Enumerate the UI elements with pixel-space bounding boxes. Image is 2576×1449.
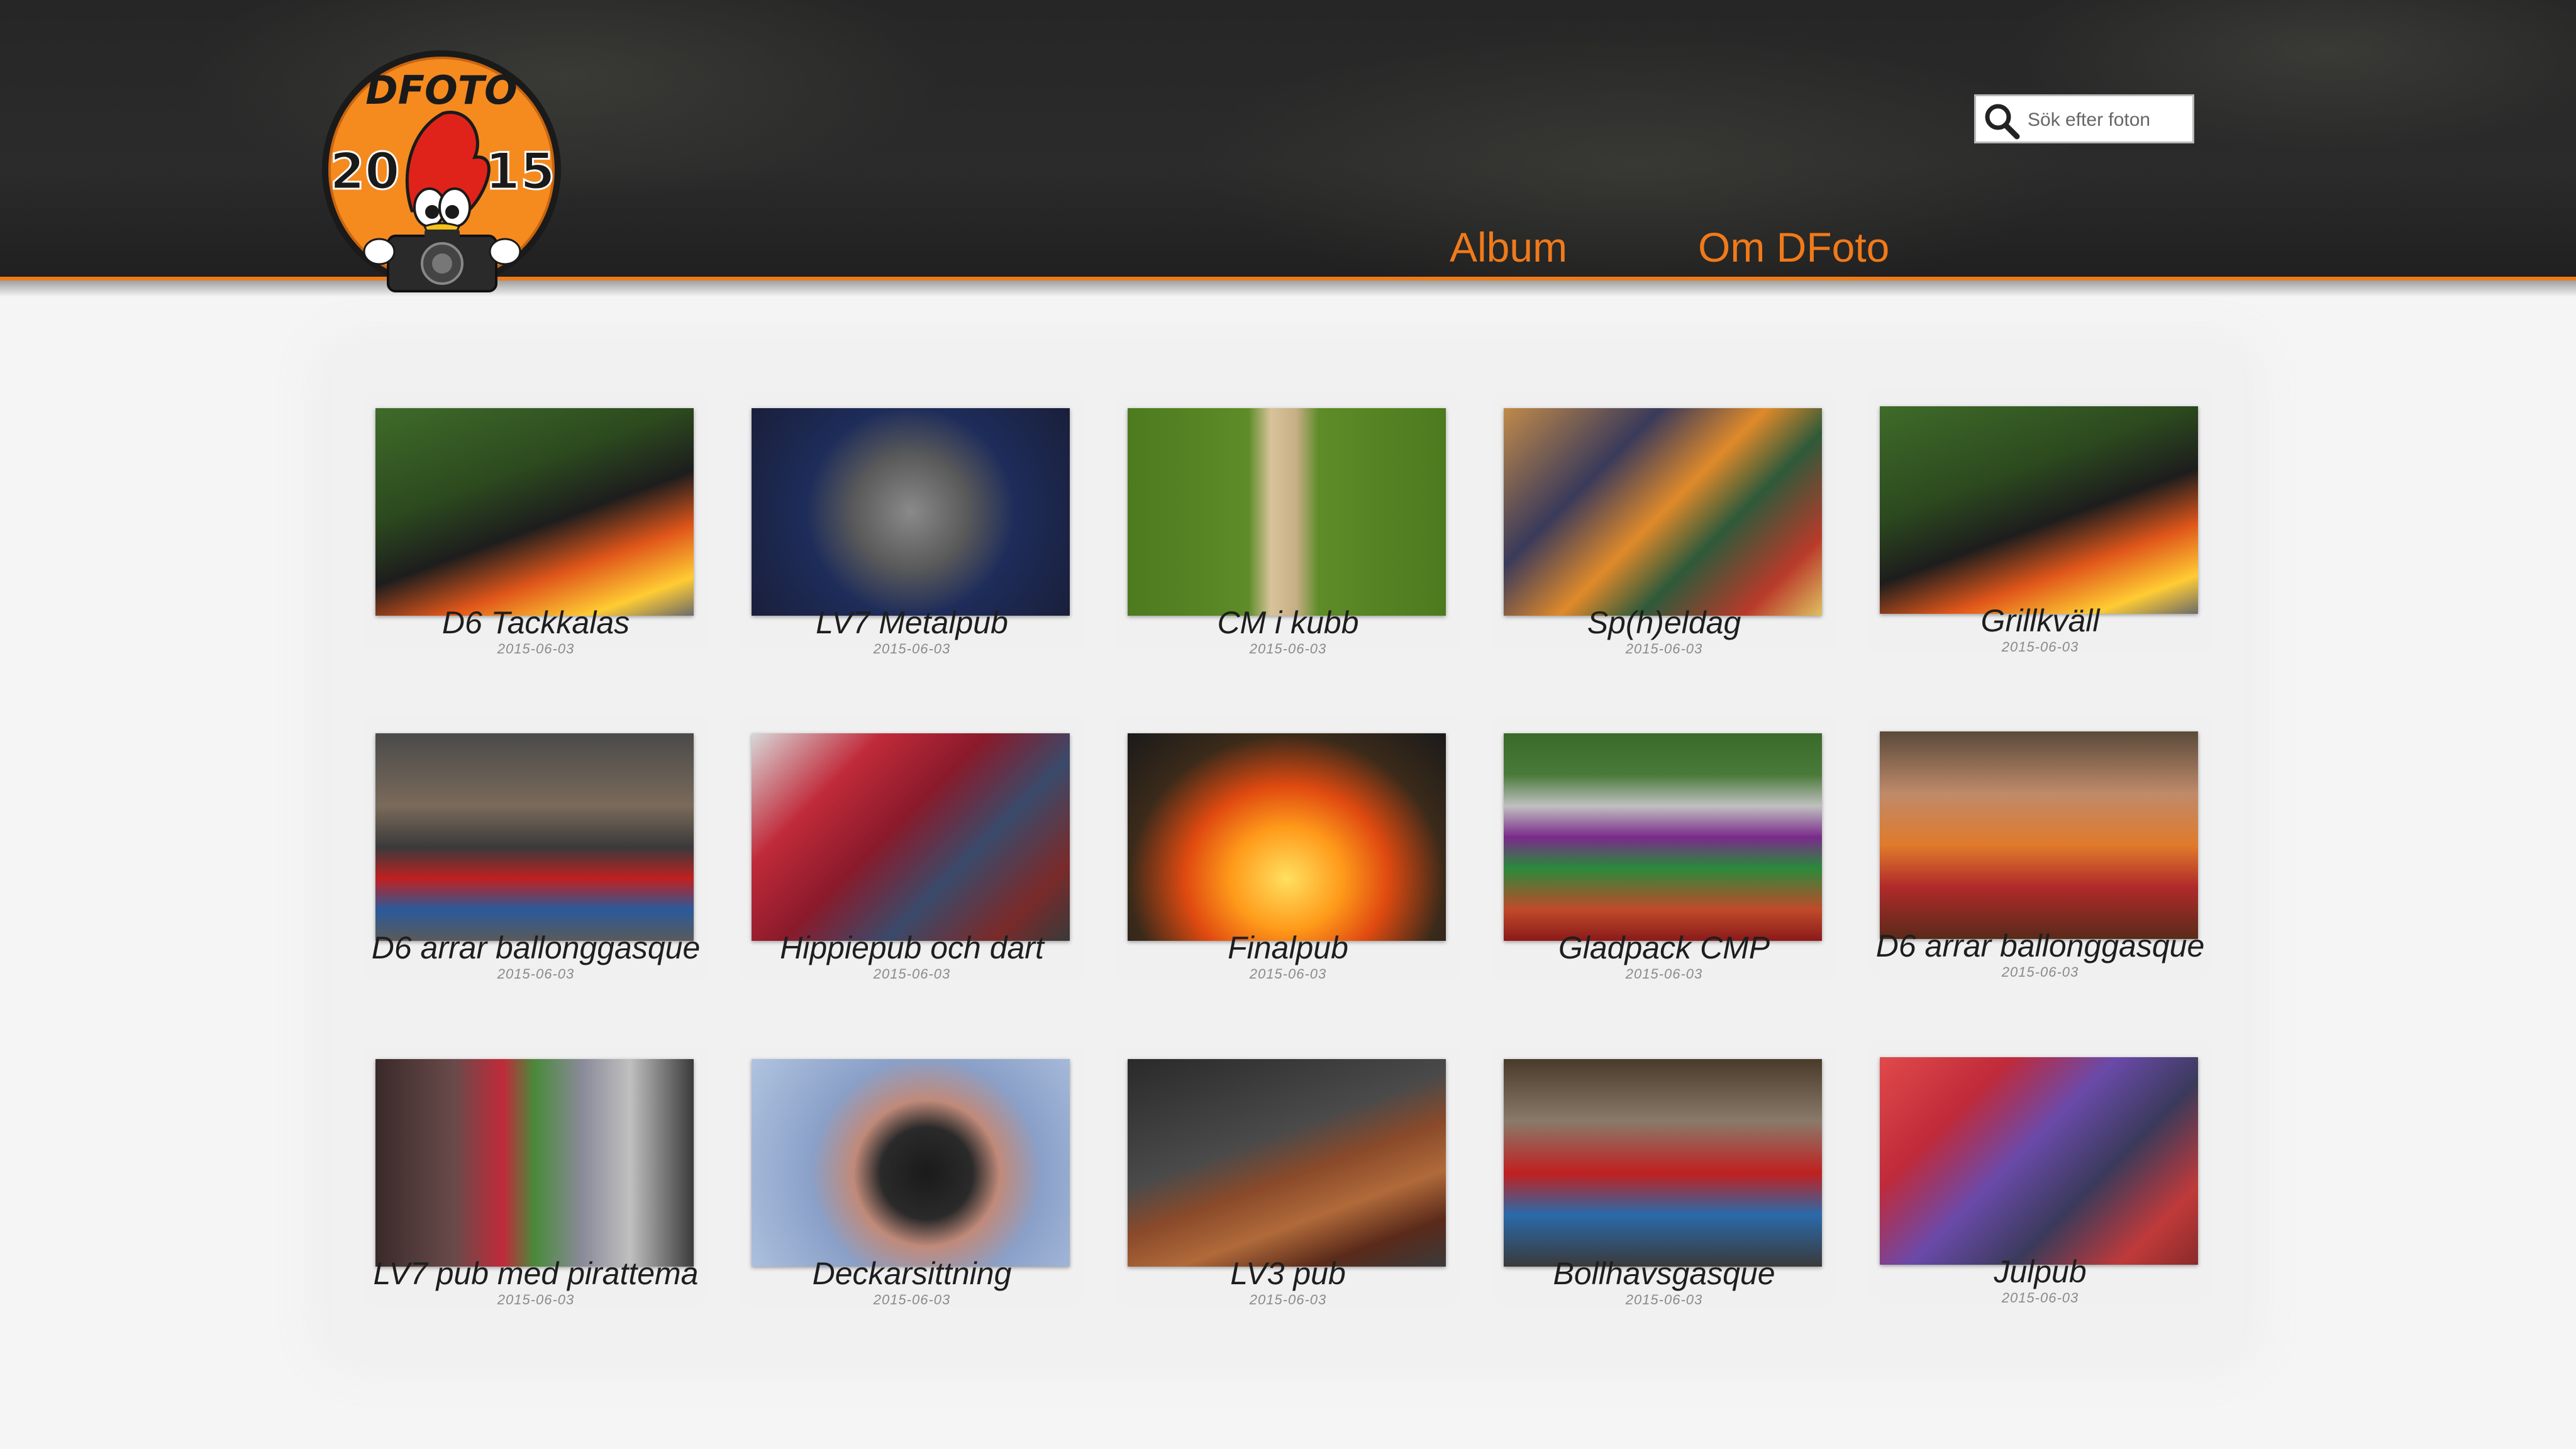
- album-date: 2015-06-03: [497, 641, 575, 657]
- album-date: 2015-06-03: [873, 1292, 951, 1307]
- search-box[interactable]: [1974, 94, 2194, 143]
- album-title[interactable]: D6 arrar ballonggasque: [1870, 928, 2210, 964]
- album-card[interactable]: LV7 Metalpub 2015-06-03: [742, 391, 1082, 657]
- album-card[interactable]: D6 arrar ballonggasque 2015-06-03: [366, 716, 706, 982]
- album-thumbnail[interactable]: [375, 733, 694, 941]
- album-thumbnail[interactable]: [1504, 1059, 1822, 1267]
- album-title[interactable]: LV7 Metalpub: [742, 604, 1082, 641]
- album-title[interactable]: Finalpub: [1118, 930, 1458, 966]
- album-thumbnail[interactable]: [752, 733, 1070, 941]
- album-date: 2015-06-03: [1625, 1292, 1703, 1307]
- album-date: 2015-06-03: [2001, 639, 2079, 655]
- logo-text: DFOTO: [365, 67, 518, 113]
- album-thumbnail[interactable]: [1128, 1059, 1446, 1267]
- album-date: 2015-06-03: [873, 966, 951, 982]
- album-thumbnail[interactable]: [1880, 731, 2198, 939]
- nav-om-dfoto-link[interactable]: Om DFoto: [1698, 223, 1889, 271]
- album-card[interactable]: Julpub 2015-06-03: [1870, 1040, 2210, 1306]
- album-title[interactable]: D6 arrar ballonggasque: [366, 930, 706, 966]
- album-title[interactable]: LV3 pub: [1118, 1255, 1458, 1292]
- album-title[interactable]: Bollhavsgasque: [1494, 1255, 1834, 1292]
- album-thumbnail[interactable]: [1880, 1057, 2198, 1265]
- album-thumbnail[interactable]: [752, 1059, 1070, 1267]
- album-date: 2015-06-03: [497, 1292, 575, 1307]
- album-date: 2015-06-03: [2001, 1290, 2079, 1306]
- album-date: 2015-06-03: [1249, 1292, 1327, 1307]
- album-date: 2015-06-03: [1249, 641, 1327, 657]
- album-date: 2015-06-03: [1625, 641, 1703, 657]
- album-date: 2015-06-03: [1625, 966, 1703, 982]
- album-date: 2015-06-03: [873, 641, 951, 657]
- album-card[interactable]: Finalpub 2015-06-03: [1118, 716, 1458, 982]
- album-card[interactable]: D6 arrar ballonggasque 2015-06-03: [1870, 714, 2210, 980]
- album-title[interactable]: Gladpack CMP: [1494, 930, 1834, 966]
- album-thumbnail[interactable]: [1128, 408, 1446, 616]
- album-card[interactable]: CM i kubb 2015-06-03: [1118, 391, 1458, 657]
- album-title[interactable]: Sp(h)eldag: [1494, 604, 1834, 641]
- album-card[interactable]: Gladpack CMP 2015-06-03: [1494, 716, 1834, 982]
- album-thumbnail[interactable]: [375, 1059, 694, 1267]
- album-title[interactable]: Grillkväll: [1870, 602, 2210, 639]
- album-thumbnail[interactable]: [1504, 408, 1822, 616]
- album-card[interactable]: Deckarsittning 2015-06-03: [742, 1041, 1082, 1307]
- nav-album-link[interactable]: Album: [1450, 223, 1567, 271]
- album-date: 2015-06-03: [497, 966, 575, 982]
- search-icon[interactable]: [1982, 101, 2021, 140]
- album-thumbnail[interactable]: [1880, 406, 2198, 614]
- dfoto-logo[interactable]: DFOTO 20 15: [318, 47, 566, 299]
- album-title[interactable]: CM i kubb: [1118, 604, 1458, 641]
- album-date: 2015-06-03: [1249, 966, 1327, 982]
- album-title[interactable]: Julpub: [1870, 1253, 2210, 1290]
- album-title[interactable]: LV7 pub med pirattema: [366, 1255, 706, 1292]
- album-card[interactable]: Bollhavsgasque 2015-06-03: [1494, 1041, 1834, 1307]
- album-thumbnail[interactable]: [1128, 733, 1446, 941]
- album-title[interactable]: Deckarsittning: [742, 1255, 1082, 1292]
- album-date: 2015-06-03: [2001, 964, 2079, 980]
- album-title[interactable]: Hippiepub och dart: [742, 930, 1082, 966]
- album-title[interactable]: D6 Tackkalas: [366, 604, 706, 641]
- logo-year-left: 20: [330, 142, 399, 201]
- album-card[interactable]: Sp(h)eldag 2015-06-03: [1494, 391, 1834, 657]
- logo-year-right: 15: [485, 142, 555, 201]
- album-thumbnail[interactable]: [375, 408, 694, 616]
- album-card[interactable]: D6 Tackkalas 2015-06-03: [366, 391, 706, 657]
- album-card[interactable]: LV3 pub 2015-06-03: [1118, 1041, 1458, 1307]
- album-card[interactable]: Hippiepub och dart 2015-06-03: [742, 716, 1082, 982]
- album-card[interactable]: LV7 pub med pirattema 2015-06-03: [366, 1041, 706, 1307]
- search-input[interactable]: [2026, 101, 2189, 139]
- album-thumbnail[interactable]: [752, 408, 1070, 616]
- album-thumbnail[interactable]: [1504, 733, 1822, 941]
- album-card[interactable]: Grillkväll 2015-06-03: [1870, 389, 2210, 655]
